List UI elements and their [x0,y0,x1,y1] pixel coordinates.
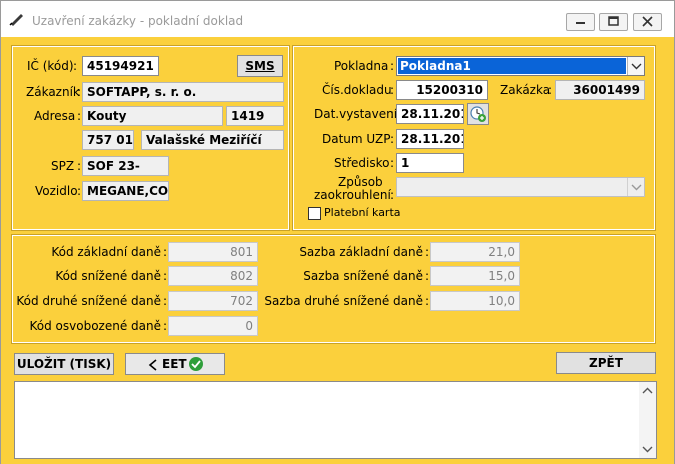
second-reduced-tax-rate-colon: : [425,294,430,308]
issue-date-colon: : [390,107,395,121]
vertical-scrollbar[interactable] [639,382,656,458]
chevron-up-icon[interactable] [639,384,656,398]
close-button[interactable] [633,13,662,31]
basic-tax-rate-colon: : [425,245,430,259]
center-label: Středisko [334,156,390,170]
eet-label: EET [162,357,187,371]
rounding-select[interactable] [396,177,645,197]
save-print-button[interactable]: ULOŽIT (TISK) [14,353,114,375]
back-arrow-icon [148,359,157,371]
second-reduced-tax-code-colon: : [163,294,168,308]
rounding-colon: : [390,188,395,202]
maximize-icon [608,16,619,26]
second-reduced-tax-code-label: Kód druhé snížené daně [16,294,161,308]
order-field[interactable]: 36001499 [555,80,645,100]
rounding-label-line2: zaokrouhlení [314,188,391,202]
basic-tax-rate-label: Sazba základní daně [299,245,423,259]
uzp-date-label: Datum UZP [322,132,391,146]
reduced-tax-code-label: Kód snížené daně [55,269,161,283]
basic-tax-rate-field[interactable]: 21,0 [430,242,520,262]
house-number-field[interactable]: 1419 [226,106,284,126]
check-icon [189,357,203,371]
city-field[interactable]: Valašské Meziříčí [141,130,284,150]
maximize-button[interactable] [599,13,628,31]
close-icon [642,16,653,27]
second-reduced-tax-rate-label: Sazba druhé snížené daně [264,294,423,308]
address-colon: : [77,109,82,123]
street-field[interactable]: Kouty [82,106,223,126]
ic-label: IČ (kód) [27,59,74,73]
second-reduced-tax-rate-field[interactable]: 10,0 [430,291,520,311]
minimize-button[interactable] [566,13,595,31]
spz-label: SPZ [51,159,75,173]
card-checkbox[interactable] [308,207,321,220]
eet-button[interactable]: EET [125,353,225,375]
center-colon: : [390,156,395,170]
spz-colon: : [77,159,82,173]
rounding-label-line1: Způsob [338,175,383,189]
issue-date-field[interactable]: 28.11.2017 [396,104,464,124]
ic-field[interactable]: 45194921 [82,56,159,76]
sms-button-label: SMS [245,59,275,73]
register-label: Pokladna [334,59,389,73]
clock-add-icon [470,106,486,122]
center-field[interactable]: 1 [396,153,464,173]
dialog-window: Uzavření zakázky - pokladní doklad IČ (k… [0,0,675,464]
customer-label: Zákazník [26,85,80,99]
reduced-tax-code-colon: : [163,269,168,283]
minimize-icon [576,22,585,24]
ic-colon: : [73,59,78,73]
chevron-down-icon[interactable] [639,442,656,456]
pen-icon [9,14,23,26]
reduced-tax-rate-label: Sazba snížené daně [303,269,423,283]
tax-panel: Kód základní daně : 801 Kód snížené daně… [11,234,656,344]
back-button[interactable]: ZPĚT [556,352,656,374]
register-select[interactable]: Pokladna1 [396,56,645,76]
window-title: Uzavření zakázky - pokladní doklad [32,14,244,28]
save-print-label: ULOŽIT (TISK) [16,357,112,371]
notes-textarea[interactable] [14,381,657,459]
register-colon: : [390,59,395,73]
reduced-tax-rate-field[interactable]: 15,0 [430,266,520,286]
dialog-body: IČ (kód) : 45194921 SMS Zákazník : SOFTA… [1,37,674,464]
reduced-tax-code-field[interactable]: 802 [168,266,258,286]
receipt-panel: Pokladna : Pokladna1 Čís.dokladu : 15200… [292,45,656,231]
basic-tax-code-field[interactable]: 801 [168,242,258,262]
chevron-down-icon[interactable] [627,178,644,196]
zip-field[interactable]: 757 01 [82,130,134,150]
exempt-tax-code-colon: : [163,319,168,333]
vehicle-label: Vozidlo [35,184,78,198]
order-label: Zakázka [500,83,551,97]
date-picker-button[interactable] [467,103,489,125]
doc-number-colon: : [390,83,395,97]
order-colon: : [548,83,553,97]
uzp-date-field[interactable]: 28.11.2017 [396,129,464,149]
vehicle-colon: : [77,184,82,198]
vehicle-field[interactable]: MEGANE,COMI [82,181,169,201]
chevron-down-icon[interactable] [627,57,644,75]
customer-panel: IČ (kód) : 45194921 SMS Zákazník : SOFTA… [11,45,290,231]
basic-tax-code-colon: : [163,245,168,259]
back-button-label: ZPĚT [589,356,623,370]
reduced-tax-rate-colon: : [425,269,430,283]
sms-button[interactable]: SMS [237,55,283,77]
doc-number-label: Čís.dokladu [322,83,392,97]
issue-date-label: Dat.vystavení [314,107,398,121]
title-bar: Uzavření zakázky - pokladní doklad [1,1,674,37]
card-checkbox-label: Platební karta [324,206,401,219]
second-reduced-tax-code-field[interactable]: 702 [168,291,258,311]
uzp-date-colon: : [390,132,395,146]
spz-field[interactable]: SOF 23- [82,156,169,176]
exempt-tax-code-label: Kód osvobozené daně [29,319,161,333]
customer-colon: : [77,85,82,99]
basic-tax-code-label: Kód základní daně [51,245,161,259]
exempt-tax-code-field[interactable]: 0 [168,316,258,336]
customer-name-field[interactable]: SOFTAPP, s. r. o. [82,82,284,102]
register-selected-value: Pokladna1 [398,58,626,74]
address-label: Adresa [34,109,76,123]
doc-number-field[interactable]: 15200310 [396,80,488,100]
